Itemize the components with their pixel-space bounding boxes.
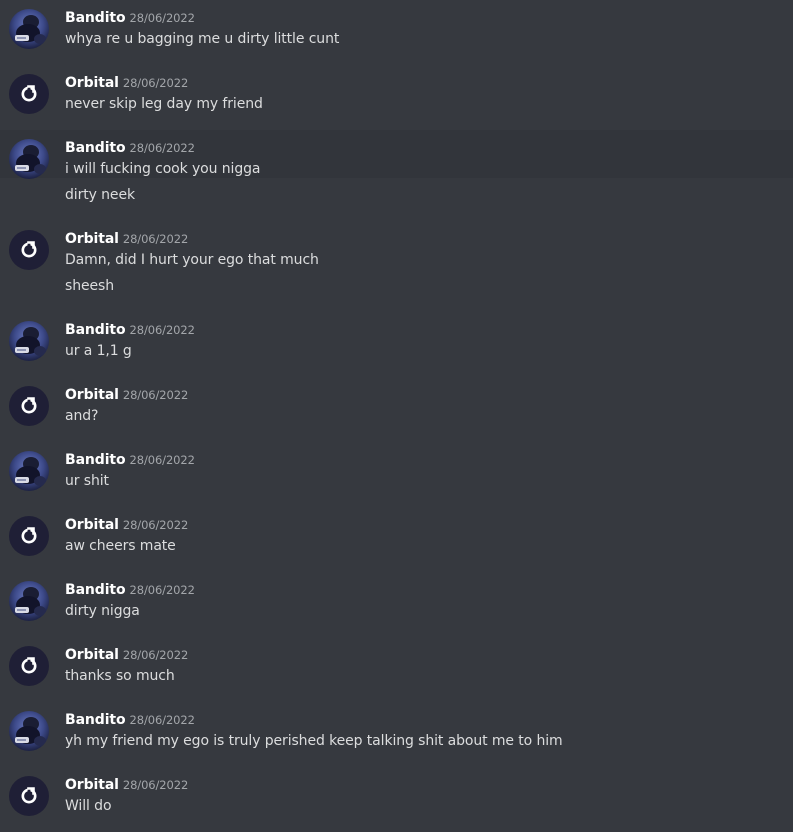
message-group: Bandito 28/06/2022 yh my friend my ego is …	[0, 702, 793, 751]
message-text: thanks so much	[65, 668, 175, 684]
message-text: aw cheers mate	[65, 538, 176, 554]
message-text: ur a 1,1 g	[65, 343, 132, 359]
orbital-logo-icon[interactable]	[9, 74, 49, 114]
message-text: ur shit	[65, 473, 109, 489]
message-group: Bandito 28/06/2022 ur shit	[0, 442, 793, 491]
message-header: Orbital 28/06/2022	[65, 387, 188, 403]
username[interactable]: Orbital	[65, 777, 119, 793]
message-text: Damn, did I hurt your ego that much	[65, 252, 319, 268]
bandito-avatar-icon[interactable]	[9, 711, 49, 751]
message-text: dirty nigga	[65, 603, 140, 619]
message-text: i will fucking cook you nigga	[65, 161, 261, 177]
message-text: yh my friend my ego is truly perished ke…	[65, 733, 563, 749]
timestamp: 28/06/2022	[122, 232, 189, 246]
message-group: Bandito 28/06/2022 ur a 1,1 g	[0, 312, 793, 361]
bandito-avatar-icon[interactable]	[9, 581, 49, 621]
message-text: dirty neek	[65, 187, 135, 203]
message-group: Bandito 28/06/2022 i will fucking cook you…	[0, 130, 793, 203]
message-header: Orbital 28/06/2022	[65, 517, 188, 533]
username[interactable]: Orbital	[65, 387, 119, 403]
message-group: Orbital 28/06/2022 Will do	[0, 767, 793, 816]
message-header: Orbital 28/06/2022	[65, 777, 188, 793]
timestamp: 28/06/2022	[129, 323, 195, 337]
bandito-avatar-icon[interactable]	[9, 321, 49, 361]
bandito-avatar-icon[interactable]	[9, 451, 49, 491]
timestamp: 28/06/2022	[129, 453, 195, 467]
message-group: Orbital 28/06/2022 aw cheers mate	[0, 507, 793, 556]
username[interactable]: Bandito	[65, 452, 126, 468]
username[interactable]: Bandito	[65, 582, 126, 598]
username[interactable]: Orbital	[65, 231, 119, 247]
timestamp: 28/06/2022	[122, 76, 189, 90]
username[interactable]: Orbital	[65, 517, 119, 533]
timestamp: 28/06/2022	[129, 11, 195, 25]
message-header: Orbital 28/06/2022	[65, 647, 188, 663]
message-header: Bandito 28/06/2022	[65, 712, 195, 728]
message-group: Orbital 28/06/2022 never skip leg day my f…	[0, 65, 793, 114]
message-text: sheesh	[65, 278, 114, 294]
message-group: Orbital 28/06/2022 and?	[0, 377, 793, 426]
message-list: Bandito 28/06/2022 whya re u bagging me u …	[0, 0, 793, 832]
message-header: Orbital 28/06/2022	[65, 75, 188, 91]
message-group: Orbital 28/06/2022 Damn, did I hurt your e…	[0, 221, 793, 295]
timestamp: 28/06/2022	[129, 583, 195, 597]
bandito-avatar-icon[interactable]	[9, 139, 49, 179]
message-header: Bandito 28/06/2022	[65, 582, 195, 598]
username[interactable]: Bandito	[65, 322, 126, 338]
message-text: never skip leg day my friend	[65, 96, 263, 112]
timestamp: 28/06/2022	[129, 713, 195, 727]
message-header: Bandito 28/06/2022	[65, 10, 195, 26]
orbital-logo-icon[interactable]	[9, 386, 49, 426]
username[interactable]: Bandito	[65, 712, 126, 728]
username[interactable]: Orbital	[65, 75, 119, 91]
message-group: Bandito 28/06/2022 whya re u bagging me u …	[0, 0, 793, 49]
timestamp: 28/06/2022	[122, 388, 189, 402]
message-text: whya re u bagging me u dirty little cunt	[65, 31, 340, 47]
username[interactable]: Bandito	[65, 10, 126, 26]
message-text: Will do	[65, 798, 112, 814]
orbital-logo-icon[interactable]	[9, 646, 49, 686]
message-text: and?	[65, 408, 99, 424]
message-header: Orbital 28/06/2022	[65, 231, 188, 247]
username[interactable]: Bandito	[65, 140, 126, 156]
message-group: Bandito 28/06/2022 dirty nigga	[0, 572, 793, 621]
timestamp: 28/06/2022	[122, 778, 189, 792]
message-header: Bandito 28/06/2022	[65, 140, 195, 156]
orbital-logo-icon[interactable]	[9, 230, 49, 270]
message-group: Orbital 28/06/2022 thanks so much	[0, 637, 793, 686]
timestamp: 28/06/2022	[122, 518, 189, 532]
message-header: Bandito 28/06/2022	[65, 322, 195, 338]
username[interactable]: Orbital	[65, 647, 119, 663]
bandito-avatar-icon[interactable]	[9, 9, 49, 49]
timestamp: 28/06/2022	[129, 141, 195, 155]
timestamp: 28/06/2022	[122, 648, 189, 662]
message-header: Bandito 28/06/2022	[65, 452, 195, 468]
orbital-logo-icon[interactable]	[9, 776, 49, 816]
orbital-logo-icon[interactable]	[9, 516, 49, 556]
